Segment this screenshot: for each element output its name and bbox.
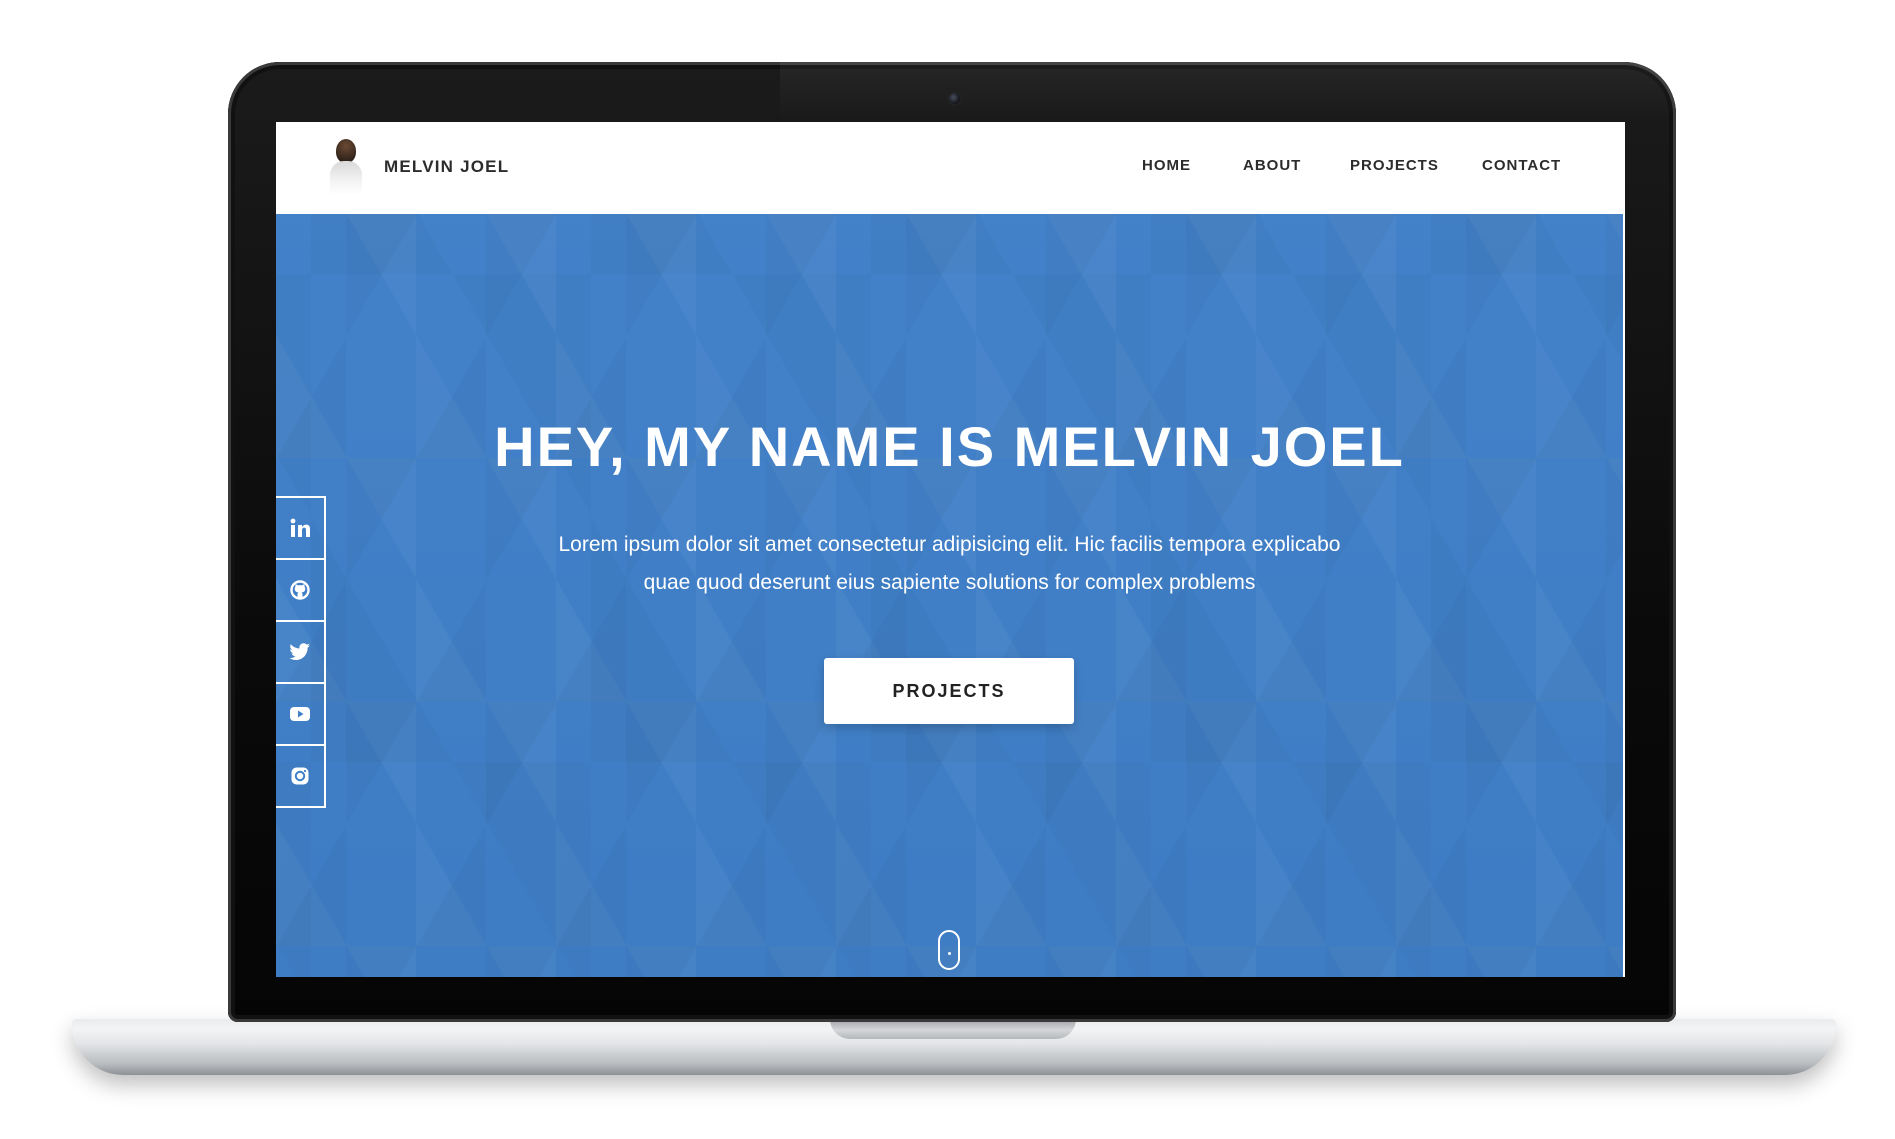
nav-link-home[interactable]: HOME (1142, 157, 1191, 174)
hero-section: HEY, MY NAME IS MELVIN JOEL Lorem ipsum … (276, 214, 1623, 977)
social-link-linkedin[interactable] (276, 498, 324, 560)
instagram-icon (289, 765, 311, 787)
youtube-icon (288, 704, 312, 724)
webcam-icon (949, 93, 960, 104)
linkedin-icon (289, 517, 311, 539)
social-link-twitter[interactable] (276, 622, 324, 684)
twitter-icon (288, 641, 312, 663)
social-sidebar (276, 496, 326, 808)
laptop-lid-notch (830, 1019, 1076, 1039)
social-link-youtube[interactable] (276, 684, 324, 746)
brand[interactable]: MELVIN JOEL (330, 138, 509, 196)
nav-link-projects[interactable]: PROJECTS (1350, 157, 1439, 174)
social-link-instagram[interactable] (276, 746, 324, 806)
projects-button[interactable]: PROJECTS (824, 658, 1074, 724)
nav-link-contact[interactable]: CONTACT (1482, 157, 1561, 174)
avatar-head (336, 139, 356, 163)
laptop-screen: MELVIN JOEL HOME ABOUT PROJECTS CONTACT … (276, 122, 1625, 977)
social-link-github[interactable] (276, 560, 324, 622)
github-icon (289, 579, 311, 601)
hero-title: HEY, MY NAME IS MELVIN JOEL (494, 415, 1405, 478)
nav-link-about[interactable]: ABOUT (1243, 157, 1301, 174)
navbar: MELVIN JOEL HOME ABOUT PROJECTS CONTACT (276, 122, 1625, 214)
bezel-gloss (780, 62, 1680, 122)
avatar (330, 139, 362, 195)
avatar-body (330, 161, 362, 195)
hero-subtitle: Lorem ipsum dolor sit amet consectetur a… (558, 533, 1341, 594)
mouse-wheel (948, 952, 951, 955)
brand-name: MELVIN JOEL (384, 157, 510, 176)
mouse-scroll-icon[interactable] (938, 930, 960, 970)
laptop-mockup: MELVIN JOEL HOME ABOUT PROJECTS CONTACT … (0, 0, 1895, 1139)
